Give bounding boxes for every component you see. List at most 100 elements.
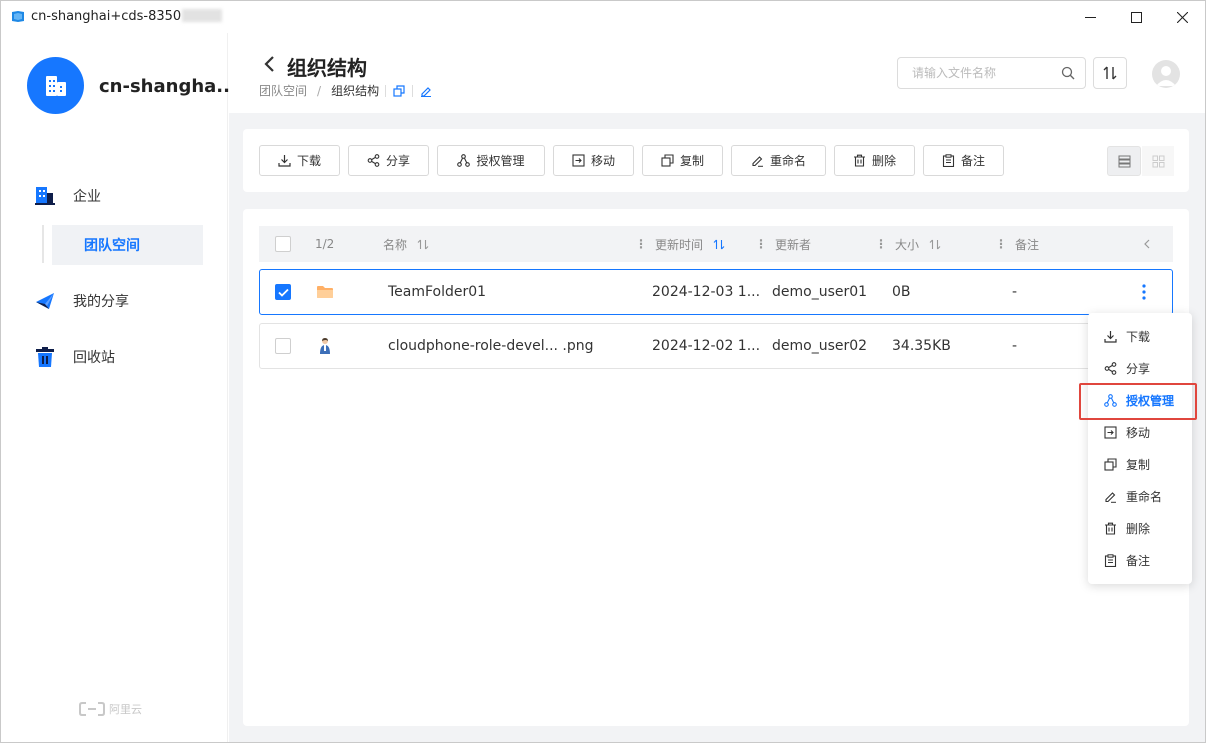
rename-icon: [752, 156, 763, 167]
column-header-updated[interactable]: ⋮ 更新时间: [635, 226, 725, 262]
copy-path-icon[interactable]: [392, 84, 406, 98]
folder-icon: [316, 270, 334, 314]
share-button[interactable]: 分享: [348, 145, 429, 176]
sidebar-item-my-shares[interactable]: 我的分享: [34, 290, 129, 312]
org-avatar[interactable]: [27, 57, 84, 114]
checkmark-icon: [277, 288, 289, 297]
download-icon: [278, 155, 291, 167]
grid-view-button[interactable]: [1142, 146, 1174, 176]
sort-icon: [929, 239, 941, 249]
menu-item-rename[interactable]: 重命名: [1088, 481, 1192, 511]
close-icon: [1176, 11, 1188, 23]
back-button[interactable]: [259, 53, 279, 75]
share-icon: [1104, 361, 1117, 375]
search-box: [897, 57, 1086, 89]
updated-time: 2024-12-03 1...: [652, 284, 761, 300]
nav-tree-line: [42, 225, 44, 263]
selection-count: 1/2: [315, 237, 335, 251]
page-title: 组织结构: [287, 56, 367, 80]
rename-button[interactable]: 重命名: [731, 145, 826, 176]
column-header-size[interactable]: ⋮ 大小: [875, 226, 941, 262]
search-input[interactable]: [912, 66, 1061, 80]
row-checkbox[interactable]: [275, 338, 291, 354]
image-file-icon: [318, 324, 332, 368]
file-note: -: [1012, 338, 1018, 354]
sort-button[interactable]: [1093, 57, 1127, 89]
menu-item-copy[interactable]: 复制: [1088, 449, 1192, 479]
file-list-panel: 1/2 名称 ⋮ 更新时间 ⋮ 更新者 ⋮ 大小 ⋮ 备注 TeamFolder…: [243, 209, 1189, 726]
more-actions-button[interactable]: [1142, 270, 1146, 314]
updater: demo_user02: [772, 338, 868, 354]
copy-button[interactable]: 复制: [642, 145, 723, 176]
menu-item-download[interactable]: 下载: [1088, 321, 1192, 351]
breadcrumb-item-current: 组织结构: [331, 84, 380, 98]
table-row[interactable]: cloudphone-role-devel... .png 2024-12-02…: [259, 323, 1173, 369]
app-icon: [12, 11, 24, 22]
table-row[interactable]: TeamFolder01 2024-12-03 1... demo_user01…: [259, 269, 1173, 315]
menu-item-share[interactable]: 分享: [1088, 353, 1192, 383]
grid-view-icon: [1152, 155, 1164, 167]
column-header-note[interactable]: ⋮ 备注: [995, 226, 1039, 262]
column-header-updater[interactable]: ⋮ 更新者: [755, 226, 811, 262]
sort-icon: [1103, 66, 1117, 80]
column-header-name[interactable]: 名称: [383, 226, 429, 262]
authorize-button[interactable]: 授权管理: [437, 145, 545, 176]
window-title: cn-shanghai+cds-8350: [31, 9, 223, 24]
share-plane-icon: [34, 290, 56, 312]
column-resize-handle[interactable]: ⋮: [995, 237, 1007, 251]
building-icon: [45, 75, 66, 96]
select-all-cell: [275, 226, 291, 262]
brand-logo: 阿里云: [79, 701, 142, 717]
sidebar-item-recycle-bin[interactable]: 回收站: [34, 346, 115, 368]
collapse-columns-button[interactable]: [1143, 226, 1151, 262]
share-icon: [367, 154, 380, 167]
sidebar-item-team-space[interactable]: 团队空间: [52, 225, 203, 265]
file-size: 34.35KB: [892, 338, 951, 354]
close-button[interactable]: [1159, 1, 1205, 33]
delete-icon: [853, 154, 865, 167]
sort-active-icon: [713, 239, 725, 249]
highlight-annotation: [1079, 383, 1197, 420]
divider: [412, 84, 414, 97]
sidebar-item-label: 企业: [73, 189, 101, 205]
sidebar-item-label: 我的分享: [73, 294, 129, 310]
minimize-button[interactable]: [1067, 1, 1113, 33]
file-name[interactable]: TeamFolder01: [388, 270, 486, 314]
menu-item-move[interactable]: 移动: [1088, 417, 1192, 447]
row-select-cell: [275, 324, 291, 368]
move-button[interactable]: 移动: [553, 145, 634, 176]
more-vertical-icon: [1142, 284, 1146, 300]
divider: [385, 84, 387, 97]
menu-item-delete[interactable]: 删除: [1088, 513, 1192, 543]
menu-item-note[interactable]: 备注: [1088, 545, 1192, 575]
list-view-icon: [1118, 155, 1130, 167]
recycle-bin-icon: [34, 346, 56, 368]
sidebar-item-enterprise[interactable]: 企业: [34, 185, 101, 207]
search-icon[interactable]: [1061, 66, 1075, 80]
column-resize-handle[interactable]: ⋮: [875, 237, 887, 251]
note-button[interactable]: 备注: [923, 145, 1004, 176]
delete-icon: [1105, 522, 1116, 535]
download-button[interactable]: 下载: [259, 145, 340, 176]
user-icon: [1156, 66, 1176, 86]
breadcrumb: 团队空间 / 组织结构: [259, 82, 433, 99]
brand-name: 阿里云: [109, 703, 142, 716]
file-note: -: [1012, 284, 1018, 300]
updated-time: 2024-12-02 1...: [652, 338, 761, 354]
list-view-button[interactable]: [1107, 146, 1141, 176]
user-avatar[interactable]: [1152, 60, 1180, 88]
breadcrumb-item-team-space[interactable]: 团队空间: [259, 82, 307, 99]
row-checkbox[interactable]: [275, 284, 291, 300]
updater: demo_user01: [772, 284, 868, 300]
column-resize-handle[interactable]: ⋮: [635, 237, 647, 251]
maximize-button[interactable]: [1113, 1, 1159, 33]
file-name[interactable]: cloudphone-role-devel... .png: [388, 324, 594, 368]
org-name: cn-shangha...: [99, 76, 237, 97]
edit-icon[interactable]: [419, 84, 433, 98]
table-header: 1/2 名称 ⋮ 更新时间 ⋮ 更新者 ⋮ 大小 ⋮ 备注: [259, 226, 1173, 262]
authorize-icon: [457, 154, 471, 167]
page-header: 组织结构 团队空间 / 组织结构: [229, 33, 1205, 113]
delete-button[interactable]: 删除: [834, 145, 915, 176]
column-resize-handle[interactable]: ⋮: [755, 237, 767, 251]
select-all-checkbox[interactable]: [275, 236, 291, 252]
